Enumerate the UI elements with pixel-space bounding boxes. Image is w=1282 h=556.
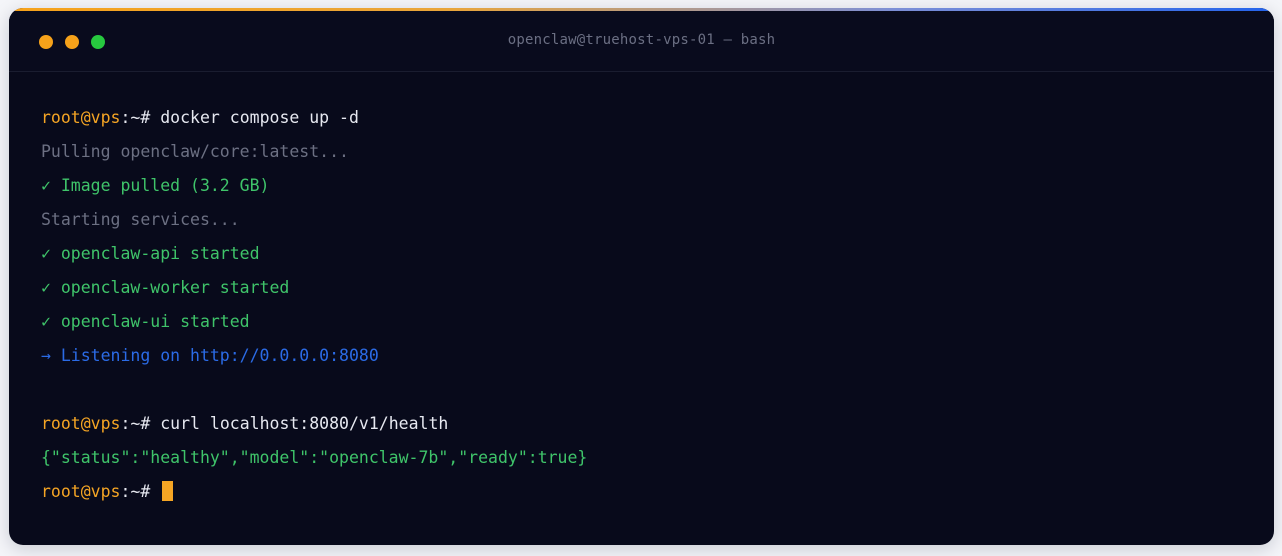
prompt-user-host: root@vps [41, 108, 121, 127]
command-line: root@vps:~# curl localhost:8080/v1/healt… [41, 412, 1254, 446]
output-line-pulling: Pulling openclaw/core:latest... [41, 142, 349, 161]
prompt-user-host: root@vps [41, 482, 121, 501]
title-bar: openclaw@truehost-vps-01 — bash [9, 11, 1274, 72]
command-text: curl localhost:8080/v1/health [160, 414, 449, 433]
output-line-worker-started: ✓ openclaw-worker started [41, 278, 290, 297]
terminal-window: openclaw@truehost-vps-01 — bash root@vps… [9, 8, 1274, 545]
prompt-separator: :~# [120, 108, 161, 127]
output-line-starting: Starting services... [41, 210, 240, 229]
terminal-output[interactable]: root@vps:~# docker compose up -d Pulling… [41, 106, 1254, 514]
output-line-ui-started: ✓ openclaw-ui started [41, 312, 250, 331]
window-title: openclaw@truehost-vps-01 — bash [507, 32, 776, 48]
prompt-separator: :~# [120, 482, 161, 501]
command-line: root@vps:~# docker compose up -d [41, 106, 1254, 140]
output-line-listening: → Listening on http://0.0.0.0:8080 [41, 346, 379, 365]
prompt-separator: :~# [120, 414, 161, 433]
command-text: docker compose up -d [160, 108, 359, 127]
output-line-api-started: ✓ openclaw-api started [41, 244, 260, 263]
text-cursor [162, 481, 174, 501]
output-line-health-json: {"status":"healthy","model":"openclaw-7b… [41, 448, 588, 467]
prompt-user-host: root@vps [41, 414, 121, 433]
output-line-pulled: ✓ Image pulled (3.2 GB) [41, 176, 270, 195]
active-prompt-line[interactable]: root@vps:~# [41, 480, 1254, 514]
